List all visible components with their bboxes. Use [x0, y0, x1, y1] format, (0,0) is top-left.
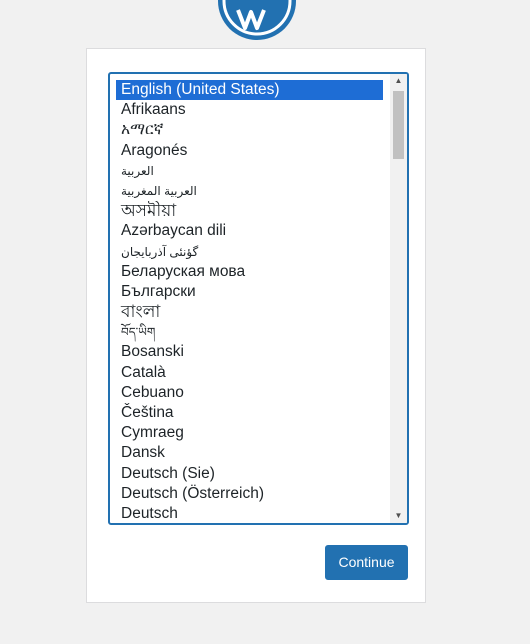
language-option[interactable]: العربية: [116, 161, 383, 181]
language-option[interactable]: Deutsch: [116, 504, 383, 523]
scrollbar[interactable]: ▲ ▼: [390, 74, 407, 523]
language-option[interactable]: Aragonés: [116, 141, 383, 161]
language-option[interactable]: Deutsch (Sie): [116, 464, 383, 484]
language-option[interactable]: العربية المغربية: [116, 181, 383, 201]
language-option[interactable]: گؤنئی آذربایجان: [116, 242, 383, 262]
language-option[interactable]: Deutsch (Österreich): [116, 484, 383, 504]
scroll-up-arrow-icon[interactable]: ▲: [390, 74, 407, 88]
language-option[interactable]: Български: [116, 282, 383, 302]
language-option[interactable]: Беларуская мова: [116, 262, 383, 282]
language-option[interactable]: বাংলা: [116, 302, 383, 322]
wordpress-logo-icon: [218, 0, 296, 40]
language-card: English (United States) Afrikaans አማርኛ A…: [86, 48, 426, 603]
language-option[interactable]: অসমীয়া: [116, 201, 383, 221]
language-option[interactable]: Azərbaycan dili: [116, 221, 383, 241]
language-option[interactable]: བོད་ཡིག: [116, 322, 383, 342]
language-option[interactable]: Dansk: [116, 443, 383, 463]
language-option[interactable]: Afrikaans: [116, 100, 383, 120]
language-options-list: English (United States) Afrikaans አማርኛ A…: [116, 80, 383, 523]
language-option[interactable]: English (United States): [116, 80, 383, 101]
language-option[interactable]: Čeština: [116, 403, 383, 423]
language-option[interactable]: Cebuano: [116, 383, 383, 403]
language-option[interactable]: አማርኛ: [116, 120, 383, 140]
language-option[interactable]: Bosanski: [116, 342, 383, 362]
scroll-down-arrow-icon[interactable]: ▼: [390, 509, 407, 523]
language-option[interactable]: Català: [116, 363, 383, 383]
continue-button[interactable]: Continue: [325, 545, 408, 580]
language-select[interactable]: English (United States) Afrikaans አማርኛ A…: [108, 72, 409, 525]
scroll-thumb[interactable]: [393, 91, 404, 159]
language-option[interactable]: Cymraeg: [116, 423, 383, 443]
